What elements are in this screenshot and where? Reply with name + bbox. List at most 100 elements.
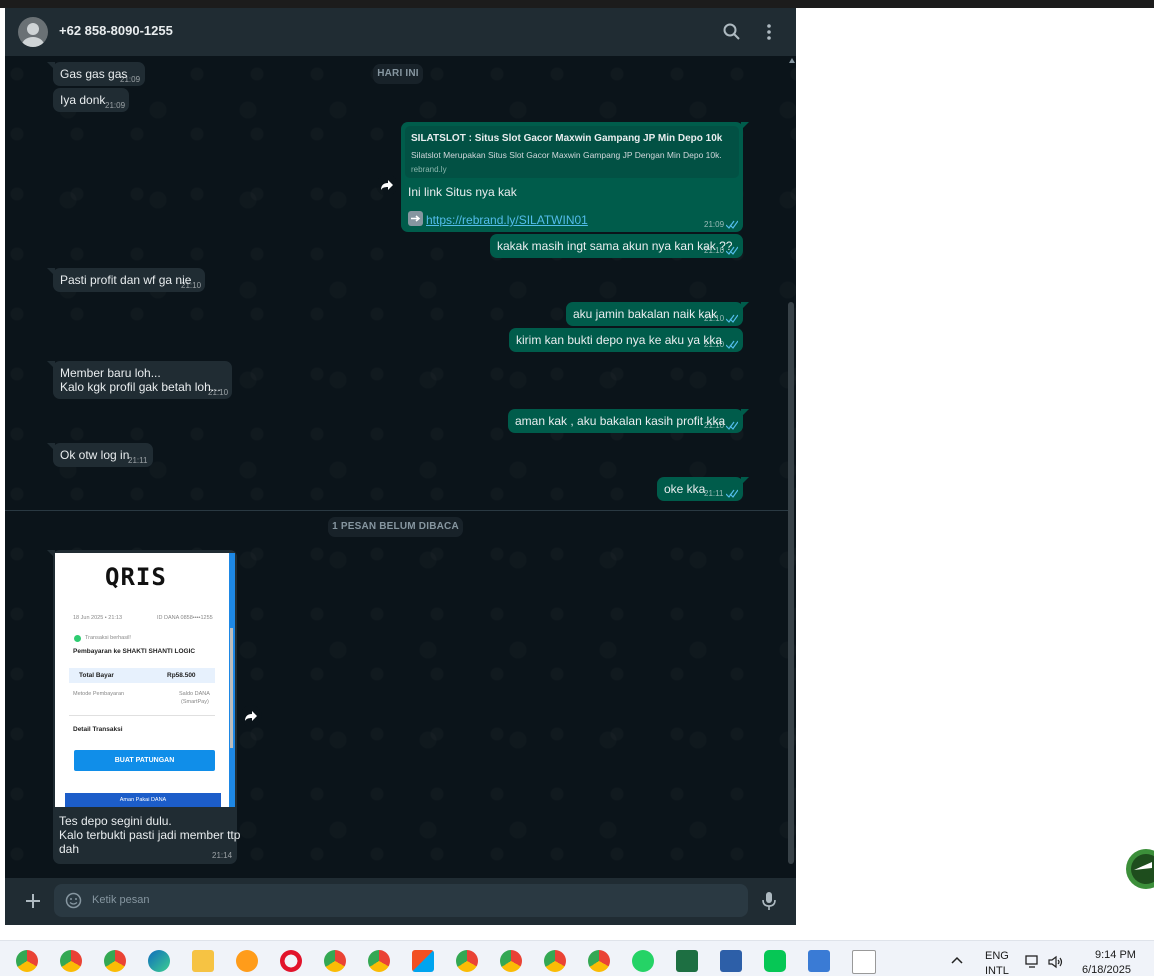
chrome-icon[interactable]: [588, 950, 610, 972]
message-time: 21:10: [704, 246, 725, 255]
mail-icon[interactable]: [720, 950, 742, 972]
read-ticks-icon: [726, 421, 738, 430]
message-text: aku jamin bakalan naik kak: [573, 307, 718, 321]
forward-icon[interactable]: [240, 705, 262, 727]
message-outgoing[interactable]: aman kak , aku bakalan kasih profit kka …: [508, 409, 749, 433]
plus-icon[interactable]: [24, 892, 42, 910]
read-ticks-icon: [726, 246, 738, 255]
photos-icon[interactable]: [808, 950, 830, 972]
receipt-method-label: Metode Pembayaran: [73, 691, 125, 697]
microphone-icon[interactable]: [761, 891, 777, 911]
message-text: oke kka: [664, 482, 706, 496]
message-outgoing[interactable]: kirim kan bukti depo nya ke aku ya kka 2…: [509, 328, 743, 352]
message-time: 21:10: [704, 340, 725, 349]
brave-icon[interactable]: [236, 950, 258, 972]
chrome-icon[interactable]: [368, 950, 390, 972]
chrome-icon[interactable]: [500, 950, 522, 972]
whatsapp-icon[interactable]: [632, 950, 654, 972]
forward-icon[interactable]: [376, 174, 398, 196]
receipt-button: BUAT PATUNGAN: [74, 750, 215, 771]
message-outgoing[interactable]: aku jamin bakalan naik kak 21:10: [566, 302, 749, 326]
message-incoming[interactable]: Gas gas gas 21:09: [47, 62, 145, 86]
message-text: Ok otw log in: [60, 448, 130, 462]
chrome-icon[interactable]: [60, 950, 82, 972]
read-ticks-icon: [726, 314, 738, 323]
message-time: 21:10: [704, 421, 725, 430]
date-divider: HARI INI: [373, 64, 423, 84]
qris-logo: QRIS: [105, 563, 167, 591]
sticker-icon[interactable]: [65, 892, 82, 909]
qris-receipt-image[interactable]: QRIS 18 Jun 2025 • 21:13 ID DANA 0858•••…: [55, 553, 235, 807]
contact-name[interactable]: +62 858-8090-1255: [59, 23, 173, 38]
message-time: 21:10: [181, 281, 202, 290]
line-icon[interactable]: [764, 950, 786, 972]
search-icon[interactable]: [722, 22, 742, 42]
receipt-status: Transaksi berhasil!: [85, 635, 131, 641]
message-text-line3: dah: [59, 842, 80, 856]
link-preview[interactable]: SILATSLOT : Situs Slot Gacor Maxwin Gamp…: [405, 126, 739, 178]
receipt-scroll: [230, 628, 233, 748]
preview-description: Silatslot Merupakan Situs Slot Gacor Max…: [411, 150, 722, 160]
scroll-up-arrow[interactable]: [789, 58, 795, 63]
receipt-merchant: Pembayaran ke SHAKTI SHANTI LOGIC: [73, 648, 196, 655]
avatar[interactable]: [18, 17, 48, 47]
message-text-line1: Tes depo segini dulu.: [59, 814, 172, 828]
receipt-divider: [69, 715, 215, 716]
read-ticks-icon: [726, 220, 738, 229]
message-text-line1: Member baru loh...: [60, 366, 161, 380]
message-text: aman kak , aku bakalan kasih profit kka: [515, 414, 726, 428]
read-ticks-icon: [726, 340, 738, 349]
message-incoming[interactable]: Member baru loh... Kalo kgk profil gak b…: [47, 361, 232, 399]
message-input[interactable]: Ketik pesan: [54, 884, 748, 917]
window-top-strip: [0, 0, 1154, 8]
message-time: 21:09: [120, 75, 141, 84]
message-link[interactable]: https://rebrand.ly/SILATWIN01: [426, 213, 588, 227]
opera-icon[interactable]: [280, 950, 302, 972]
message-outgoing-link[interactable]: SILATSLOT : Situs Slot Gacor Maxwin Gamp…: [401, 122, 749, 232]
whatsapp-window: +62 858-8090-1255 HARI INI Gas gas gas 2…: [5, 8, 796, 925]
preview-domain: rebrand.ly: [411, 165, 447, 174]
chat-area[interactable]: HARI INI Gas gas gas 21:09 Iya donk 21:0…: [5, 56, 796, 878]
receipt-total-value: Rp58.500: [167, 672, 196, 679]
message-outgoing[interactable]: kakak masih ingt sama akun nya kan kak ?…: [490, 234, 743, 258]
message-outgoing[interactable]: oke kka 21:11: [657, 477, 749, 501]
receipt-id: ID DANA 0858••••1255: [157, 615, 213, 621]
message-text: Pasti profit dan wf ga nie: [60, 273, 192, 287]
message-time: 21:11: [128, 456, 148, 465]
language-code[interactable]: ENG: [985, 950, 1009, 962]
message-incoming[interactable]: Pasti profit dan wf ga nie 21:10: [47, 268, 205, 292]
chevron-up-icon[interactable]: [950, 955, 964, 965]
chrome-icon[interactable]: [324, 950, 346, 972]
menu-icon[interactable]: [759, 22, 779, 42]
message-text: Iya donk: [60, 93, 106, 107]
composer: Ketik pesan: [5, 878, 796, 925]
chrome-icon[interactable]: [456, 950, 478, 972]
chrome-icon[interactable]: [16, 950, 38, 972]
volume-icon[interactable]: [1048, 955, 1064, 969]
read-ticks-icon: [726, 489, 738, 498]
language-layout[interactable]: INTL: [985, 965, 1009, 977]
clock-time[interactable]: 9:14 PM: [1095, 949, 1136, 961]
message-time: 21:11: [704, 489, 724, 498]
font-viewer-icon[interactable]: [852, 950, 876, 974]
message-incoming[interactable]: Ok otw log in 21:11: [47, 443, 153, 467]
network-icon[interactable]: [1025, 955, 1041, 969]
message-incoming[interactable]: Iya donk 21:09: [53, 88, 129, 112]
scrollbar[interactable]: [788, 302, 794, 864]
clock-date[interactable]: 6/18/2025: [1082, 964, 1131, 976]
receipt-method-value2: (SmartPay): [181, 699, 209, 705]
store-icon[interactable]: [412, 950, 434, 972]
message-time: 21:09: [704, 220, 725, 229]
excel-icon[interactable]: [676, 950, 698, 972]
chrome-icon[interactable]: [544, 950, 566, 972]
receipt-method-value: Saldo DANA: [179, 691, 210, 697]
preview-title: SILATSLOT : Situs Slot Gacor Maxwin Gamp…: [411, 133, 723, 144]
chrome-icon[interactable]: [104, 950, 126, 972]
desktop-widget-icon[interactable]: [1118, 848, 1154, 890]
message-time: 21:10: [704, 314, 725, 323]
unread-divider: 1 PESAN BELUM DIBACA: [328, 517, 463, 537]
file-explorer-icon[interactable]: [192, 950, 214, 972]
message-time: 21:10: [208, 388, 229, 397]
edge-icon[interactable]: [148, 950, 170, 972]
link-icon: [408, 211, 423, 226]
